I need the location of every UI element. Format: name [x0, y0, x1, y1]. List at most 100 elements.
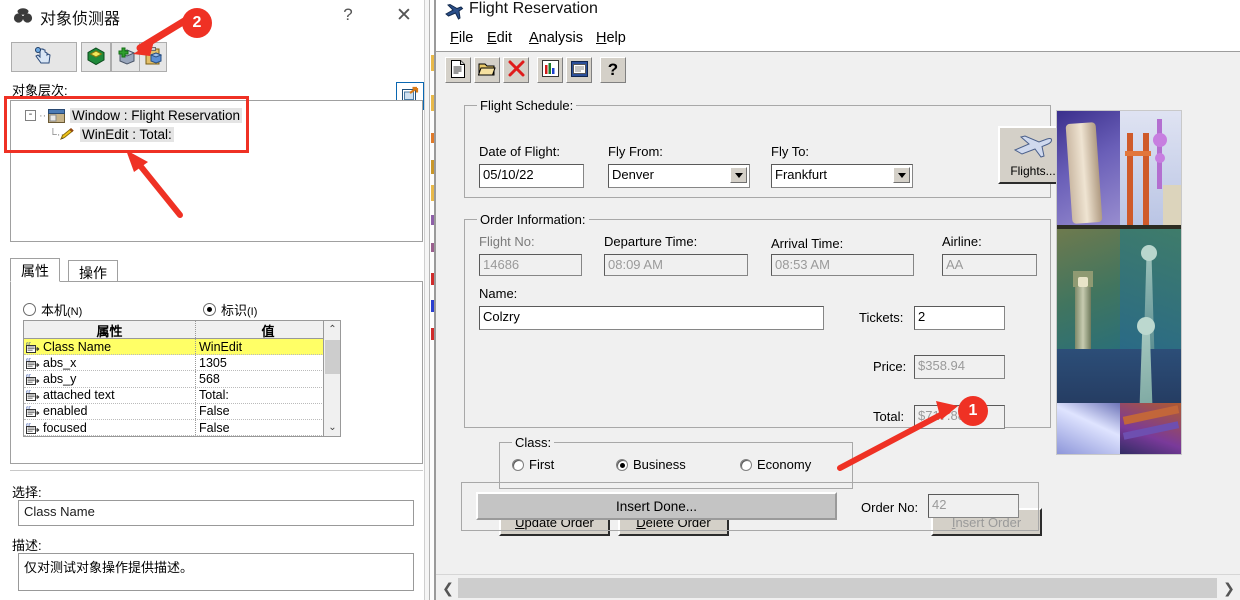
new-order-button[interactable]	[445, 57, 471, 83]
graph-button[interactable]	[537, 57, 563, 83]
menu-edit[interactable]: Edit	[484, 29, 515, 47]
scroll-up-icon[interactable]: ⌃	[324, 321, 340, 338]
property-name: Class Name	[43, 339, 112, 354]
price-input: $358.94	[914, 355, 1005, 379]
insert-done-status: Insert Done...	[476, 492, 837, 520]
property-icon: QT	[26, 357, 40, 369]
radio-business-dot[interactable]	[616, 458, 628, 471]
object-tool-button[interactable]	[81, 42, 111, 72]
radio-identification[interactable]: 标识(I)	[203, 300, 257, 319]
tree-node-label: WinEdit : Total:	[80, 127, 174, 142]
add-cube-icon	[116, 46, 136, 69]
menu-file[interactable]: File	[447, 29, 476, 47]
radio-identification-dot[interactable]	[203, 303, 216, 316]
chevron-down-icon[interactable]	[893, 167, 910, 183]
object-spy-toolbar	[0, 38, 433, 110]
fly-to-label: Fly To:	[771, 144, 810, 159]
radio-native-label: 本机(N)	[41, 303, 83, 318]
panel-divider	[10, 470, 423, 471]
object-spy-window: 对象侦测器 ? ✕ 对象层次: - ·· Window: Flight Res…	[0, 0, 433, 600]
object-hierarchy-label: 对象层次:	[12, 83, 68, 98]
delete-order-button[interactable]	[503, 57, 529, 83]
menu-analysis[interactable]: Analysis	[526, 29, 586, 47]
flight-window-title: Flight Reservation	[469, 0, 598, 17]
add-object-tool-button[interactable]	[111, 42, 141, 72]
chevron-down-icon[interactable]	[730, 167, 747, 183]
tickets-input[interactable]: 2	[914, 306, 1005, 330]
tab-properties[interactable]: 属性	[10, 258, 60, 282]
menu-help[interactable]: Help	[593, 29, 629, 47]
order-information-group: Order Information: Flight No: 14686 Depa…	[464, 212, 1051, 536]
scrollbar-thumb[interactable]	[325, 340, 340, 374]
radio-first-dot[interactable]	[512, 458, 524, 471]
scroll-down-icon[interactable]: ⌄	[324, 419, 340, 436]
table-row[interactable]: QTenabled False	[24, 403, 340, 420]
property-icon: QT	[26, 389, 40, 402]
properties-table-scrollbar[interactable]: ⌃ ⌄	[323, 321, 340, 436]
fly-from-label: Fly From:	[608, 144, 663, 159]
airline-label: Airline:	[942, 234, 982, 249]
description-value-field[interactable]: 仅对测试对象操作提供描述。	[18, 553, 414, 591]
radio-economy-dot[interactable]	[740, 458, 752, 471]
report-button[interactable]	[566, 57, 592, 83]
hand-pointer-tool-button[interactable]	[11, 42, 77, 72]
table-row[interactable]: QTClass Name WinEdit	[24, 339, 340, 356]
flight-schedule-group: Flight Schedule: Date of Flight: 05/10/2…	[464, 98, 1068, 198]
radio-identification-label: 标识(I)	[221, 303, 258, 318]
flight-horizontal-scrollbar[interactable]: ❮ ❯	[436, 574, 1240, 600]
name-input[interactable]: Colzry	[479, 306, 824, 330]
scroll-track[interactable]	[458, 578, 1217, 598]
order-no-input: 42	[928, 494, 1019, 518]
pencil-icon	[58, 127, 76, 142]
question-mark-icon: ?	[607, 60, 619, 79]
table-row[interactable]: QTattached text Total:	[24, 387, 340, 404]
date-of-flight-input[interactable]: 05/10/22	[479, 164, 584, 188]
airline-input: AA	[942, 254, 1037, 276]
flight-schedule-title: Flight Schedule:	[477, 98, 577, 113]
property-value: False	[199, 404, 230, 419]
help-button[interactable]: ?	[600, 57, 626, 83]
spy-tabstrip: 属性 操作	[10, 258, 423, 282]
radio-native[interactable]: 本机(N)	[23, 300, 82, 319]
table-row[interactable]: QTabs_x 1305	[24, 355, 340, 372]
properties-table[interactable]: 属性 值 QTClass NameWinEditQTabs_x1305QTabs…	[23, 320, 341, 437]
radio-class-business[interactable]: Business	[616, 457, 686, 472]
total-input: $717.88	[914, 405, 1005, 429]
flights-button-label: Flights...	[1010, 163, 1056, 178]
scroll-left-icon[interactable]: ❮	[438, 578, 458, 598]
selection-value-field[interactable]: Class Name	[18, 500, 414, 526]
radio-native-dot[interactable]	[23, 303, 36, 316]
help-button[interactable]: ?	[336, 3, 360, 27]
hand-pointer-icon	[33, 46, 55, 69]
scroll-right-icon[interactable]: ❯	[1219, 578, 1239, 598]
radio-class-economy[interactable]: Economy	[740, 457, 811, 472]
window-icon	[48, 108, 66, 123]
selection-label: 选择:	[12, 485, 42, 500]
flight-no-label: Flight No:	[479, 234, 535, 249]
column-header-property: 属性	[24, 321, 196, 339]
fly-from-combobox[interactable]: Denver	[608, 164, 750, 188]
tree-collapse-toggle[interactable]: -	[25, 110, 36, 121]
description-label: 描述:	[12, 538, 42, 553]
tree-node-window[interactable]: - ·· Window : Flight Reservation	[25, 106, 243, 125]
radio-class-first[interactable]: First	[512, 457, 554, 472]
close-icon[interactable]: ✕	[390, 3, 418, 29]
price-label: Price:	[873, 359, 907, 374]
tree-node-winedit[interactable]: └·· WinEdit : Total:	[49, 125, 174, 144]
properties-panel: 本机(N) 标识(I) 属性 值 QTClass NameWinEditQTab…	[10, 281, 423, 464]
property-value: WinEdit	[199, 339, 243, 354]
object-spy-title: 对象侦测器	[40, 11, 121, 28]
fly-to-value: Frankfurt	[775, 167, 828, 182]
object-hierarchy-tree[interactable]: - ·· Window : Flight Reservation └·· Win…	[10, 100, 423, 242]
property-value: 568	[199, 371, 220, 386]
tab-operations[interactable]: 操作	[68, 260, 118, 282]
table-row[interactable]: QTabs_y 568	[24, 371, 340, 388]
radio-business-label: Business	[633, 457, 686, 472]
table-row[interactable]: QTfocused False	[24, 419, 340, 436]
open-order-button[interactable]	[474, 57, 500, 83]
copy-object-tool-button[interactable]	[139, 42, 167, 72]
tree-connector: ··	[39, 109, 47, 122]
column-header-value: 值	[261, 324, 275, 339]
property-value: Total:	[199, 388, 229, 403]
fly-to-combobox[interactable]: Frankfurt	[771, 164, 913, 188]
